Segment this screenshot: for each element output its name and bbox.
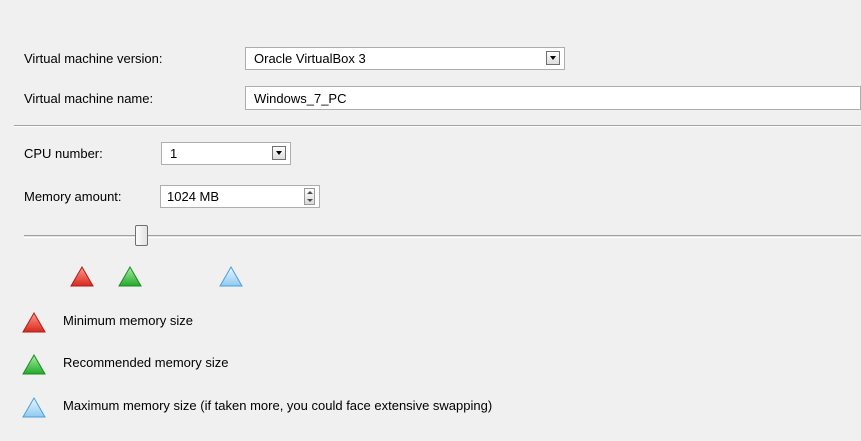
vm-name-label: Virtual machine name: <box>24 91 154 106</box>
vm-name-field[interactable] <box>245 86 861 110</box>
spin-up-icon[interactable] <box>307 191 313 194</box>
memory-slider-track <box>24 235 861 238</box>
max-memory-marker-icon <box>219 266 243 287</box>
cpu-number-value: 1 <box>170 146 178 161</box>
legend-minimum-label: Minimum memory size <box>63 313 194 328</box>
legend-maximum-label: Maximum memory size (if taken more, you … <box>63 398 493 413</box>
spin-arrows-icon[interactable] <box>304 188 315 205</box>
chevron-down-icon[interactable] <box>546 51 560 65</box>
cpu-number-select[interactable]: 1 <box>161 142 291 165</box>
vm-version-value: Oracle VirtualBox 3 <box>254 51 366 66</box>
vm-name-input[interactable] <box>246 87 860 109</box>
section-divider <box>14 125 861 126</box>
memory-amount-value: 1024 MB <box>167 189 220 204</box>
memory-amount-stepper[interactable]: 1024 MB <box>160 185 320 208</box>
vm-version-label: Virtual machine version: <box>24 51 163 66</box>
chevron-down-icon[interactable] <box>272 146 286 160</box>
memory-slider[interactable] <box>24 222 861 252</box>
cpu-number-label: CPU number: <box>24 146 103 161</box>
memory-slider-thumb[interactable] <box>135 225 148 246</box>
blue-triangle-icon <box>22 397 46 418</box>
memory-amount-label: Memory amount: <box>24 189 122 204</box>
min-memory-marker-icon <box>70 266 94 287</box>
green-triangle-icon <box>22 354 46 375</box>
spin-down-icon[interactable] <box>307 199 313 202</box>
vm-version-select[interactable]: Oracle VirtualBox 3 <box>245 47 565 70</box>
legend-recommended-label: Recommended memory size <box>63 355 229 370</box>
recommended-memory-marker-icon <box>118 266 142 287</box>
red-triangle-icon <box>22 312 46 333</box>
